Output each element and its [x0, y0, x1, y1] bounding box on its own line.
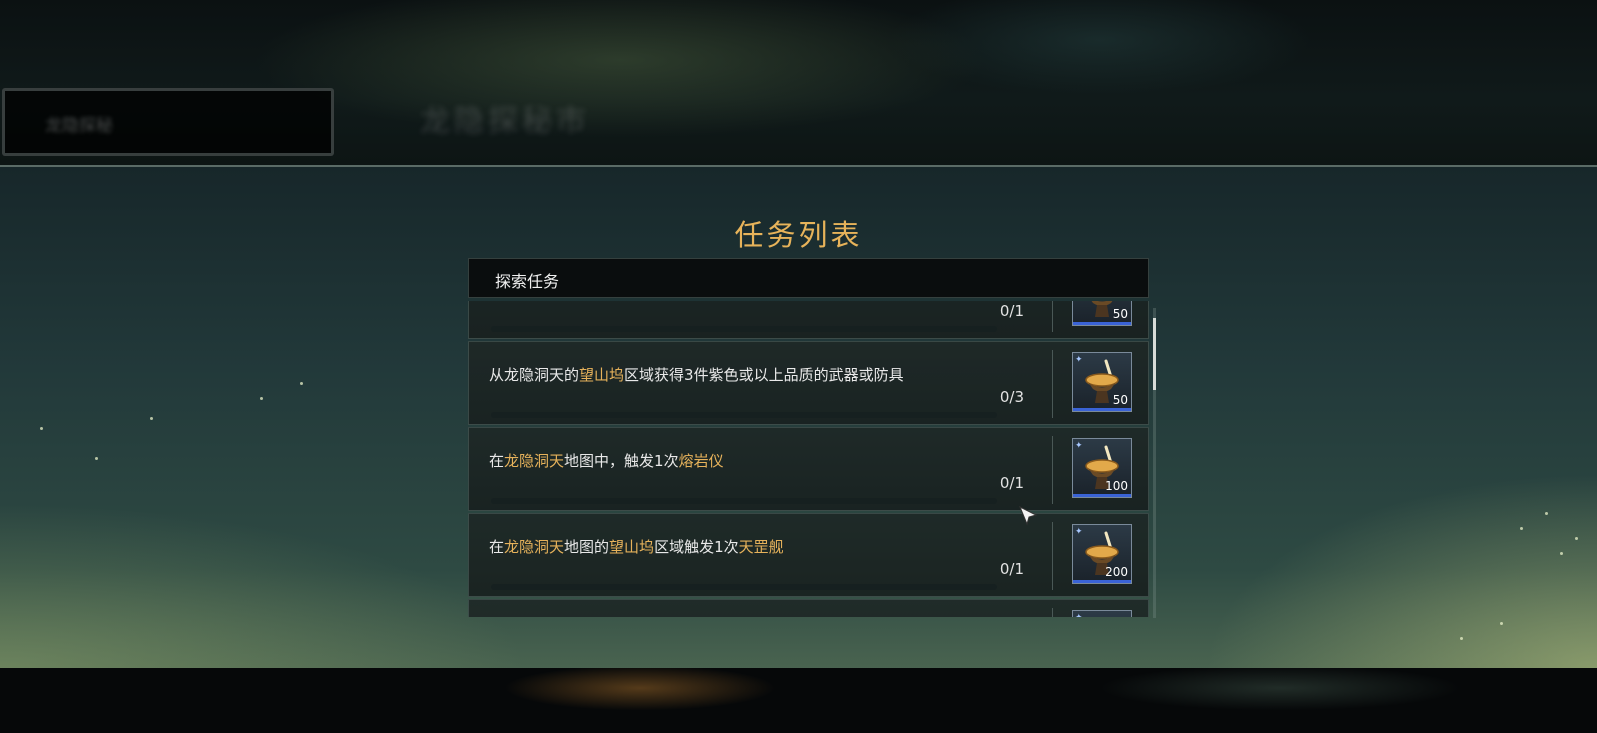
task-row[interactable]: 从龙隐洞天的望山坞区域获得3件紫色或以上品质的武器或防具 0/3 ✦ 50 — [468, 341, 1149, 425]
scrollbar-thumb[interactable] — [1153, 318, 1156, 390]
task-progress-bar — [491, 326, 997, 332]
task-description: 在龙隐洞天地图中，触发1次熔岩仪 — [489, 450, 724, 471]
task-text: 区域触发1次 — [654, 538, 739, 556]
task-row[interactable]: 在龙隐洞天地图的望山坞区域触发1次天罡舰 0/1 ✦ 200 — [468, 513, 1149, 597]
task-text: 在 — [489, 538, 505, 556]
task-row[interactable]: 0/1 ✦50 — [468, 301, 1149, 339]
task-progress-bar — [491, 584, 997, 590]
task-progress: 0/1 — [999, 302, 1024, 320]
task-progress: 0/1 — [999, 474, 1024, 492]
task-panel: 探索任务 0/1✦50从龙隐洞天的望山坞区域获得3件紫色或以上品质的武器或防具0… — [468, 258, 1156, 620]
task-progress-bar — [491, 498, 997, 504]
task-text: 在 — [489, 452, 505, 470]
task-list[interactable]: 0/1✦50从龙隐洞天的望山坞区域获得3件紫色或以上品质的武器或防具0/3✦50… — [468, 301, 1149, 617]
task-keyword: 龙隐洞天 — [504, 452, 565, 470]
task-text: 地图的 — [564, 538, 610, 556]
task-keyword: 天罡舰 — [738, 538, 784, 556]
quality-sparkle-icon: ✦ — [1075, 355, 1083, 365]
reward-slot[interactable]: ✦50 — [1072, 301, 1132, 326]
section-title: 探索任务 — [495, 272, 560, 291]
task-row[interactable]: ✦ — [468, 599, 1149, 617]
task-text: 从龙隐洞天的 — [489, 366, 580, 384]
reward-count: 100 — [1105, 479, 1128, 493]
task-text: 地图中，触发1次 — [564, 452, 679, 470]
row-divider — [1052, 522, 1053, 590]
background-panel: 龙隐探秘 — [2, 88, 334, 156]
row-divider — [1052, 350, 1053, 418]
task-keyword: 望山坞 — [609, 538, 655, 556]
quality-sparkle-icon: ✦ — [1075, 527, 1083, 537]
task-text: 区域获得3件紫色或以上品质的武器或防具 — [624, 366, 904, 384]
task-keyword: 熔岩仪 — [678, 452, 724, 470]
background-title: 龙隐探秘市 — [420, 104, 590, 139]
task-description: 在龙隐洞天地图的望山坞区域触发1次天罡舰 — [489, 536, 784, 557]
quality-sparkle-icon: ✦ — [1075, 441, 1083, 451]
task-row[interactable]: 在龙隐洞天地图中，触发1次熔岩仪 0/1 ✦ 100 — [468, 427, 1149, 511]
reward-count: 50 — [1112, 393, 1128, 407]
reward-slot[interactable]: ✦ — [1072, 610, 1132, 617]
task-progress-bar — [491, 412, 997, 418]
reward-slot[interactable]: ✦ 50 — [1072, 352, 1132, 412]
task-description: 从龙隐洞天的望山坞区域获得3件紫色或以上品质的武器或防具 — [489, 364, 904, 385]
task-progress: 0/1 — [999, 560, 1024, 578]
row-divider — [1052, 301, 1053, 332]
background-panel-label: 龙隐探秘 — [45, 116, 113, 136]
row-divider — [1052, 608, 1053, 617]
quality-sparkle-icon: ✦ — [1075, 613, 1083, 617]
reward-count: 200 — [1105, 565, 1128, 579]
arrow-cursor-icon — [1019, 505, 1038, 526]
task-progress: 0/3 — [999, 388, 1024, 406]
scrollbar[interactable] — [1153, 308, 1156, 618]
task-keyword: 望山坞 — [579, 366, 625, 384]
section-header: 探索任务 — [468, 258, 1149, 298]
reward-slot[interactable]: ✦ 100 — [1072, 438, 1132, 498]
reward-slot[interactable]: ✦ 200 — [1072, 524, 1132, 584]
modal-title: 任务列表 — [734, 218, 863, 252]
task-keyword: 龙隐洞天 — [504, 538, 565, 556]
reward-count: 50 — [1112, 307, 1128, 321]
row-divider — [1052, 436, 1053, 504]
background-bottom — [0, 668, 1597, 733]
